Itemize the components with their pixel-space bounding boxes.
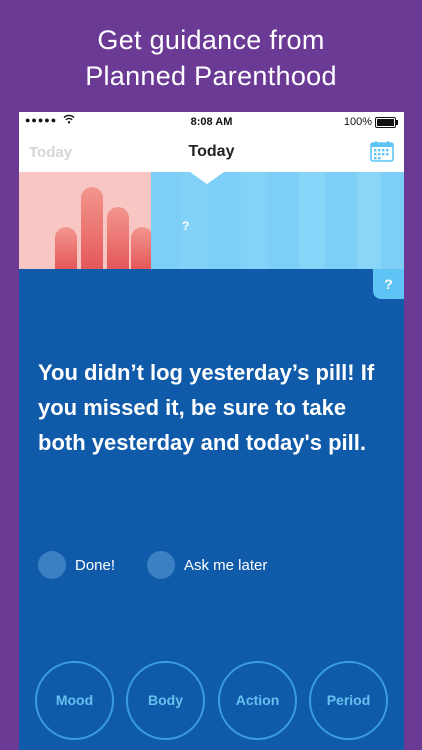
unknown-day-marker[interactable]: ? — [182, 219, 189, 233]
app-screen: ●●●●● 8:08 AM 100% Today Today ? ? You d… — [19, 112, 404, 750]
day-stripe — [357, 172, 381, 269]
help-button[interactable]: ? — [373, 269, 404, 299]
period-bar — [107, 207, 129, 269]
day-stripe — [241, 172, 267, 269]
ask-later-option-label: Ask me later — [184, 557, 268, 574]
promo-line-2: Planned Parenthood — [85, 61, 337, 91]
promo-heading: Get guidance from Planned Parenthood — [0, 22, 422, 94]
body-button[interactable]: Body — [126, 661, 205, 740]
cycle-timeline[interactable] — [19, 172, 404, 269]
done-option-label: Done! — [75, 557, 116, 574]
period-bar — [81, 187, 103, 269]
day-stripe — [299, 172, 325, 269]
radio-button[interactable] — [147, 551, 175, 579]
reminder-message: You didn’t log yesterday’s pill! If you … — [38, 360, 375, 455]
radio-button[interactable] — [38, 551, 66, 579]
period-bar — [55, 227, 77, 269]
page-title: Today — [188, 143, 235, 160]
status-bar: ●●●●● 8:08 AM 100% — [19, 112, 404, 132]
action-button[interactable]: Action — [218, 661, 297, 740]
battery-icon — [375, 117, 398, 128]
nav-bar: Today Today — [19, 132, 404, 172]
promo-line-1: Get guidance from — [97, 25, 325, 55]
battery-percent: 100% — [343, 116, 372, 128]
reminder-card: ? You didn’t log yesterday’s pill! If yo… — [19, 269, 404, 750]
mood-button[interactable]: Mood — [35, 661, 114, 740]
today-pointer — [190, 172, 224, 184]
period-button[interactable]: Period — [309, 661, 388, 740]
period-days-panel — [19, 172, 153, 269]
calendar-icon[interactable] — [370, 140, 394, 162]
period-bar — [131, 227, 153, 269]
